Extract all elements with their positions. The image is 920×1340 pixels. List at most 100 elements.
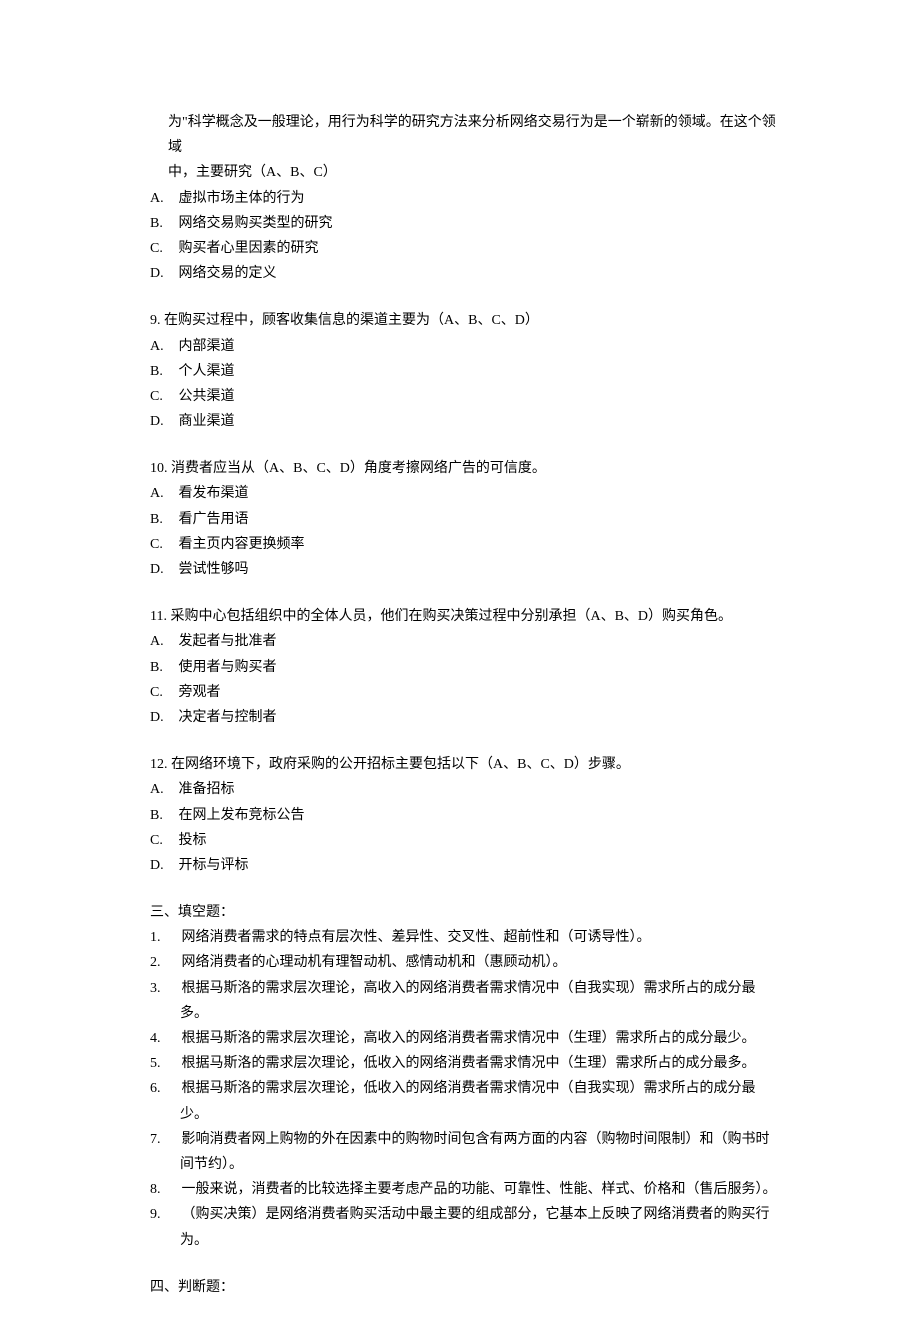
fill-item: 8. 一般来说，消费者的比较选择主要考虑产品的功能、可靠性、性能、样式、价格和（…	[150, 1177, 780, 1202]
fill-in-blank-list: 1. 网络消费者需求的特点有层次性、差异性、交叉性、超前性和（可诱导性）。2. …	[150, 925, 780, 1252]
question-10: 10. 消费者应当从（A、B、C、D）角度考擦网络广告的可信度。 A. 看发布渠…	[150, 456, 780, 582]
fill-item: 1. 网络消费者需求的特点有层次性、差异性、交叉性、超前性和（可诱导性）。	[150, 925, 780, 950]
option-letter: B.	[150, 507, 168, 532]
option-text: 看主页内容更换频率	[179, 537, 305, 552]
fill-item-text: 网络消费者需求的特点有层次性、差异性、交叉性、超前性和（可诱导性）。	[182, 930, 651, 945]
option-letter: C.	[150, 384, 168, 409]
option-letter: A.	[150, 334, 168, 359]
option-d: D. 商业渠道	[150, 409, 780, 434]
option-letter: C.	[150, 680, 168, 705]
item-number: 6.	[150, 1076, 178, 1101]
option-text: 购买者心里因素的研究	[179, 241, 319, 256]
option-text: 准备招标	[179, 782, 235, 797]
option-text: 在网上发布竞标公告	[179, 808, 305, 823]
option-b: B. 使用者与购买者	[150, 655, 780, 680]
option-text: 使用者与购买者	[179, 660, 277, 675]
option-letter: C.	[150, 532, 168, 557]
item-number: 7.	[150, 1127, 178, 1152]
option-text: 投标	[179, 833, 207, 848]
fill-item-text: 根据马斯洛的需求层次理论，低收入的网络消费者需求情况中（自我实现）需求所占的成分…	[180, 1081, 756, 1121]
fill-item: 6. 根据马斯洛的需求层次理论，低收入的网络消费者需求情况中（自我实现）需求所占…	[150, 1076, 780, 1126]
option-text: 虚拟市场主体的行为	[179, 191, 305, 206]
question-11: 11. 采购中心包括组织中的全体人员，他们在购买决策过程中分别承担（A、B、D）…	[150, 604, 780, 730]
option-d: D. 网络交易的定义	[150, 261, 780, 286]
item-number: 3.	[150, 976, 178, 1001]
question-stem: 11. 采购中心包括组织中的全体人员，他们在购买决策过程中分别承担（A、B、D）…	[150, 604, 780, 629]
option-letter: B.	[150, 655, 168, 680]
question-stem: 9. 在购买过程中，顾客收集信息的渠道主要为（A、B、C、D）	[150, 308, 780, 333]
option-a: A. 虚拟市场主体的行为	[150, 186, 780, 211]
option-letter: B.	[150, 359, 168, 384]
option-text: 旁观者	[179, 685, 221, 700]
option-letter: C.	[150, 236, 168, 261]
option-letter: B.	[150, 803, 168, 828]
option-text: 网络交易购买类型的研究	[179, 216, 333, 231]
fill-item: 2. 网络消费者的心理动机有理智动机、感情动机和（惠顾动机）。	[150, 950, 780, 975]
option-letter: D.	[150, 261, 168, 286]
fill-item: 4. 根据马斯洛的需求层次理论，高收入的网络消费者需求情况中（生理）需求所占的成…	[150, 1026, 780, 1051]
option-letter: D.	[150, 705, 168, 730]
fill-item-text: 一般来说，消费者的比较选择主要考虑产品的功能、可靠性、性能、样式、价格和（售后服…	[182, 1182, 777, 1197]
question-stem-continuation: 中，主要研究（A、B、C）	[150, 160, 780, 185]
option-text: 看广告用语	[179, 512, 249, 527]
option-letter: C.	[150, 828, 168, 853]
fill-item-text: 根据马斯洛的需求层次理论，高收入的网络消费者需求情况中（自我实现）需求所占的成分…	[180, 981, 756, 1021]
fill-item-text: （购买决策）是网络消费者购买活动中最主要的组成部分，它基本上反映了网络消费者的购…	[180, 1207, 770, 1247]
option-letter: A.	[150, 481, 168, 506]
option-letter: A.	[150, 186, 168, 211]
option-d: D. 开标与评标	[150, 853, 780, 878]
option-b: B. 在网上发布竞标公告	[150, 803, 780, 828]
question-8-partial: 为"科学概念及一般理论，用行为科学的研究方法来分析网络交易行为是一个崭新的领域。…	[150, 110, 780, 286]
fill-item: 9. （购买决策）是网络消费者购买活动中最主要的组成部分，它基本上反映了网络消费…	[150, 1202, 780, 1252]
option-a: A. 准备招标	[150, 777, 780, 802]
fill-item-text: 网络消费者的心理动机有理智动机、感情动机和（惠顾动机）。	[182, 955, 567, 970]
option-d: D. 尝试性够吗	[150, 557, 780, 582]
option-a: A. 看发布渠道	[150, 481, 780, 506]
option-letter: D.	[150, 557, 168, 582]
item-number: 4.	[150, 1026, 178, 1051]
option-c: C. 看主页内容更换频率	[150, 532, 780, 557]
item-number: 1.	[150, 925, 178, 950]
fill-item: 3. 根据马斯洛的需求层次理论，高收入的网络消费者需求情况中（自我实现）需求所占…	[150, 976, 780, 1026]
option-c: C. 公共渠道	[150, 384, 780, 409]
fill-item: 5. 根据马斯洛的需求层次理论，低收入的网络消费者需求情况中（生理）需求所占的成…	[150, 1051, 780, 1076]
question-stem: 12. 在网络环境下，政府采购的公开招标主要包括以下（A、B、C、D）步骤。	[150, 752, 780, 777]
option-text: 尝试性够吗	[179, 562, 249, 577]
option-letter: D.	[150, 409, 168, 434]
option-a: A. 发起者与批准者	[150, 629, 780, 654]
fill-item-text: 根据马斯洛的需求层次理论，低收入的网络消费者需求情况中（生理）需求所占的成分最多…	[182, 1056, 756, 1071]
fill-item: 7. 影响消费者网上购物的外在因素中的购物时间包含有两方面的内容（购物时间限制）…	[150, 1127, 780, 1177]
section-4-heading: 四、判断题：	[150, 1275, 780, 1300]
option-b: B. 网络交易购买类型的研究	[150, 211, 780, 236]
section-3-heading: 三、填空题：	[150, 900, 780, 925]
item-number: 8.	[150, 1177, 178, 1202]
option-c: C. 投标	[150, 828, 780, 853]
fill-item-text: 根据马斯洛的需求层次理论，高收入的网络消费者需求情况中（生理）需求所占的成分最少…	[182, 1031, 756, 1046]
option-b: B. 看广告用语	[150, 507, 780, 532]
option-b: B. 个人渠道	[150, 359, 780, 384]
question-12: 12. 在网络环境下，政府采购的公开招标主要包括以下（A、B、C、D）步骤。 A…	[150, 752, 780, 878]
fill-item-text: 影响消费者网上购物的外在因素中的购物时间包含有两方面的内容（购物时间限制）和（购…	[180, 1132, 770, 1172]
option-letter: A.	[150, 629, 168, 654]
option-text: 网络交易的定义	[179, 266, 277, 281]
question-stem: 10. 消费者应当从（A、B、C、D）角度考擦网络广告的可信度。	[150, 456, 780, 481]
option-text: 发起者与批准者	[179, 634, 277, 649]
option-text: 商业渠道	[179, 414, 235, 429]
option-letter: D.	[150, 853, 168, 878]
question-stem-continuation: 为"科学概念及一般理论，用行为科学的研究方法来分析网络交易行为是一个崭新的领域。…	[150, 110, 780, 160]
option-c: C. 购买者心里因素的研究	[150, 236, 780, 261]
option-c: C. 旁观者	[150, 680, 780, 705]
option-text: 开标与评标	[179, 858, 249, 873]
item-number: 5.	[150, 1051, 178, 1076]
item-number: 9.	[150, 1202, 178, 1227]
option-letter: B.	[150, 211, 168, 236]
option-letter: A.	[150, 777, 168, 802]
option-d: D. 决定者与控制者	[150, 705, 780, 730]
option-text: 决定者与控制者	[179, 710, 277, 725]
item-number: 2.	[150, 950, 178, 975]
option-text: 看发布渠道	[179, 486, 249, 501]
question-9: 9. 在购买过程中，顾客收集信息的渠道主要为（A、B、C、D） A. 内部渠道 …	[150, 308, 780, 434]
option-text: 内部渠道	[179, 339, 235, 354]
option-a: A. 内部渠道	[150, 334, 780, 359]
option-text: 个人渠道	[179, 364, 235, 379]
